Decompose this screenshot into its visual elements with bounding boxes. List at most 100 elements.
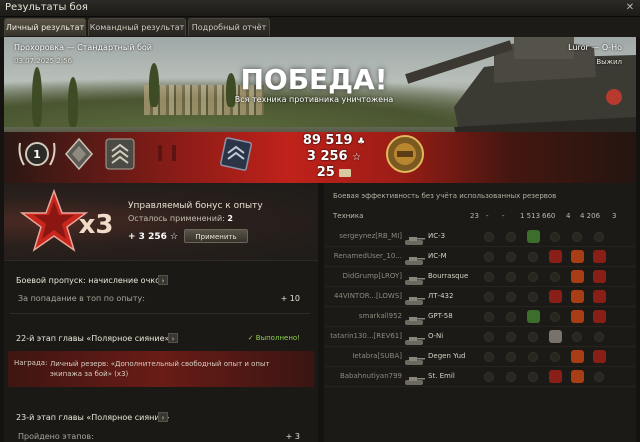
table-row[interactable]: Ietabra[SUBA] Degen Yud [324, 347, 636, 367]
table-row[interactable]: Babahnutiyan799 St. Emil [324, 367, 636, 387]
damage-icon[interactable] [549, 290, 562, 303]
free-xp-icon [339, 168, 352, 177]
column-stat: 4 206 [580, 212, 601, 220]
tank-name: St. Emil [428, 372, 455, 380]
personal-progress-panel: x3 Управляемый бонус к опыту Осталось пр… [4, 183, 318, 442]
player-name: RenamedUser_10... [333, 252, 402, 260]
player-name: 44VINTOR...[LOWS] [333, 292, 402, 300]
table-row[interactable]: RenamedUser_10... ИС-М [324, 247, 636, 267]
column-stat: 4 [566, 212, 571, 220]
divider [10, 313, 310, 314]
tank-name: ИС-3 [428, 232, 446, 240]
empty-slot-icon [550, 232, 560, 242]
survival-status: Выжил [596, 58, 622, 66]
stage23-title: 23-й этап главы «Полярное сияние» [16, 413, 170, 422]
damage-icon[interactable] [593, 350, 606, 363]
empty-slot-icon [594, 332, 604, 342]
empty-slot-icon [506, 252, 516, 262]
efficiency-panel: Боевая эффективность без учёта использов… [324, 183, 636, 442]
empty-slot-icon [484, 292, 494, 302]
column-stat: 3 [612, 212, 617, 220]
empty-slot-icon [484, 332, 494, 342]
table-row[interactable]: sergeynez[RB_MI] ИС-3 [324, 227, 636, 247]
damage-icon[interactable] [593, 290, 606, 303]
column-stat: 660 [542, 212, 556, 220]
tab-personal-result[interactable]: Личный результат [4, 18, 86, 36]
achievement-chevron-icon[interactable] [104, 137, 136, 171]
empty-slot-icon [506, 292, 516, 302]
chevron-right-icon[interactable]: › [168, 333, 178, 343]
empty-slot-icon [506, 312, 516, 322]
credits-earned: 89 519 ♣ [274, 133, 394, 148]
table-row[interactable]: smarkall952 GPT-58 [324, 307, 636, 327]
empty-slot-icon [506, 372, 516, 382]
tank-icon [404, 271, 426, 285]
empty-slot-icon [528, 252, 538, 262]
stage23-row-value: + 3 [285, 432, 300, 441]
stage22-done-status: ✓ Выполнено! [247, 334, 300, 342]
bonus-multiplier: x3 [79, 210, 114, 240]
empty-slot-icon [484, 252, 494, 262]
chevron-right-icon[interactable]: › [158, 412, 168, 422]
empty-slot-icon [484, 232, 494, 242]
empty-slot-icon [528, 272, 538, 282]
damage-icon[interactable] [593, 250, 606, 263]
empty-slot-icon [572, 332, 582, 342]
result-banner: Прохоровка — Стандартный бой 03.07.2025 … [4, 37, 636, 183]
empty-slot-icon [506, 332, 516, 342]
damage-icon[interactable] [571, 270, 584, 283]
column-stat: 23 [470, 212, 479, 220]
tree-icon [32, 67, 42, 127]
empty-slot-icon [506, 272, 516, 282]
empty-slot-icon [506, 232, 516, 242]
battle-date: 03.07.2025 2:56 [14, 57, 73, 65]
empty-slot-icon [484, 272, 494, 282]
empty-slot-icon [550, 272, 560, 282]
damage-icon[interactable] [549, 250, 562, 263]
table-row[interactable]: 44VINTOR...[LOWS] ЛТ-432 [324, 287, 636, 307]
damage-icon[interactable] [593, 310, 606, 323]
mastery-rank-value: 1 [33, 148, 41, 161]
player-name: DidGrump[LROY] [342, 272, 402, 280]
xp-icon: ☆ [352, 152, 362, 163]
table-row[interactable]: tatarin130...[REV61] О-Ni [324, 327, 636, 347]
damage-icon[interactable] [571, 310, 584, 323]
xp-earned: 3 256 ☆ [274, 149, 394, 164]
tab-team-result[interactable]: Командный результат [88, 18, 186, 36]
column-stat: - [502, 212, 505, 220]
battle-pass-title: Боевой пропуск: начисление очков [16, 276, 165, 285]
tank-icon [404, 371, 426, 385]
achievement-medal-icon[interactable] [220, 137, 252, 171]
result-subtitle: Вся техника противника уничтожена [234, 95, 394, 104]
bonus-uses: Осталось применений: 2 [128, 214, 233, 223]
tank-name: GPT-58 [428, 312, 453, 320]
damage-icon[interactable] [571, 250, 584, 263]
reward-label: Награда: [14, 359, 48, 367]
assist-icon[interactable] [549, 330, 562, 343]
mastery-rank-icon[interactable]: 1 [16, 135, 58, 175]
achievement-diamond-icon[interactable] [64, 137, 94, 171]
chevron-right-icon[interactable]: › [158, 275, 168, 285]
xp-value: 3 256 [306, 149, 348, 164]
credits-icon: ♣ [357, 137, 366, 147]
empty-slot-icon [550, 352, 560, 362]
result-title: ПОБЕДА! [240, 63, 388, 96]
bonus-amount: + 3 256 ☆ [128, 232, 179, 242]
damage-icon[interactable] [571, 350, 584, 363]
player-name: smarkall952 [358, 312, 402, 320]
tab-detailed-report[interactable]: Подробный отчёт [188, 18, 270, 36]
battle-pass-row-value: + 10 [280, 294, 300, 303]
apply-bonus-button[interactable]: Применить [184, 229, 248, 243]
empty-slot-icon [528, 292, 538, 302]
spotted-icon[interactable] [527, 310, 540, 323]
damage-icon[interactable] [593, 270, 606, 283]
damage-icon[interactable] [549, 370, 562, 383]
window-titlebar: Результаты боя ✕ [0, 0, 640, 17]
tank-name: Bourrasque [428, 272, 469, 280]
damage-icon[interactable] [571, 290, 584, 303]
tank-name: ЛТ-432 [428, 292, 454, 300]
close-icon[interactable]: ✕ [624, 2, 636, 14]
table-row[interactable]: DidGrump[LROY] Bourrasque [324, 267, 636, 287]
damage-icon[interactable] [571, 370, 584, 383]
spotted-icon[interactable] [527, 230, 540, 243]
